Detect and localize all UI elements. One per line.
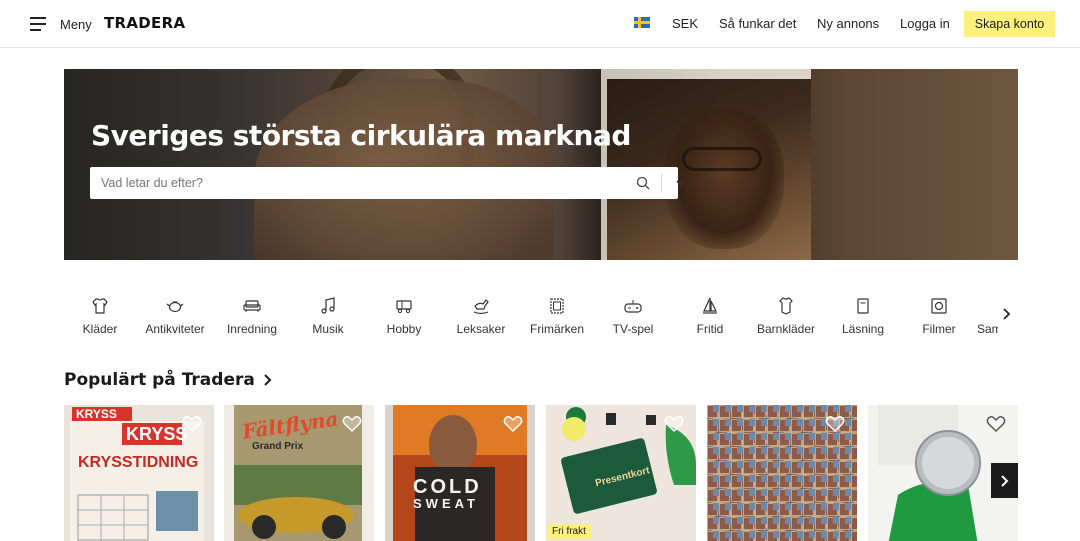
svg-text:KRYSS: KRYSS (76, 407, 117, 421)
popular-section-title[interactable]: Populärt på Tradera (64, 370, 273, 390)
category-label: Inredning (226, 322, 278, 336)
svg-text:COLD: COLD (413, 476, 482, 498)
tshirt-icon (92, 298, 108, 314)
currency-selector[interactable]: SEK (672, 16, 698, 31)
product-card[interactable]: Presentkort Fri frakt (546, 405, 696, 541)
search-icon[interactable] (636, 176, 650, 190)
category-label: Kläder (82, 322, 118, 336)
game-controller-icon (624, 300, 642, 313)
svg-text:Grand Prix: Grand Prix (252, 441, 304, 452)
category-label: Musik (312, 322, 344, 336)
favorite-heart-icon[interactable] (664, 415, 684, 433)
hero-title: Sveriges största cirkulära marknad (91, 119, 631, 152)
chevron-right-icon[interactable] (1000, 306, 1014, 322)
svg-text:KRYSS: KRYSS (126, 424, 187, 444)
category-label: Samlarsaker (977, 322, 998, 336)
carousel-next-button[interactable] (991, 463, 1018, 498)
music-note-icon (321, 297, 335, 314)
category-item[interactable]: Inredning (214, 292, 290, 342)
category-item[interactable]: Musik (290, 292, 366, 342)
search-input[interactable] (90, 167, 600, 199)
login-link[interactable]: Logga in (900, 16, 950, 31)
favorite-heart-icon[interactable] (825, 415, 845, 433)
category-item[interactable]: Antikviteter (137, 292, 213, 342)
category-label: Antikviteter (145, 322, 205, 336)
product-card[interactable]: KRYSS KRYSS KRYSSTIDNING (64, 405, 214, 541)
menu-button[interactable]: Meny (30, 12, 92, 36)
product-card[interactable] (707, 405, 857, 541)
category-label: Leksaker (456, 322, 506, 336)
category-item[interactable]: Fritid (672, 292, 748, 342)
category-item[interactable]: Läsning (825, 292, 901, 342)
chevron-down-icon[interactable] (675, 178, 687, 188)
favorite-heart-icon[interactable] (503, 415, 523, 433)
category-item[interactable]: Samlarsaker (977, 292, 998, 342)
chevron-right-icon (1000, 474, 1008, 487)
sailboat-icon (703, 297, 717, 314)
category-list: Kläder Antikviteter Inredning Musik Hobb… (64, 292, 998, 342)
hero-banner: Sveriges största cirkulära marknad (64, 69, 1018, 260)
category-label: Fritid (696, 322, 724, 336)
sofa-icon (243, 300, 261, 312)
collectible-icon (977, 296, 997, 316)
category-item[interactable]: Kläder (64, 292, 138, 342)
category-item[interactable]: Hobby (366, 292, 442, 342)
new-listing-link[interactable]: Ny annons (817, 16, 879, 31)
menu-label: Meny (60, 16, 92, 32)
rocking-horse-icon (473, 299, 489, 315)
free-shipping-badge: Fri frakt (547, 524, 591, 539)
film-icon (931, 298, 947, 314)
favorite-heart-icon[interactable] (986, 415, 1006, 433)
swedish-flag-icon[interactable] (634, 17, 650, 28)
product-card[interactable]: COLD SWEAT (385, 405, 535, 541)
category-item[interactable]: Filmer (901, 292, 977, 342)
category-label: TV-spel (612, 322, 654, 336)
teapot-icon (166, 301, 184, 313)
category-label: Läsning (841, 322, 885, 336)
baby-clothes-icon (779, 297, 793, 315)
site-header: Meny TRADERA SEK Så funkar det Ny annons… (0, 0, 1080, 48)
product-card[interactable]: Fältflyna Grand Prix (224, 405, 374, 541)
search-bar (90, 167, 686, 199)
svg-text:SWEAT: SWEAT (413, 496, 479, 511)
category-item[interactable]: Frimärken (519, 292, 595, 342)
favorite-heart-icon[interactable] (182, 415, 202, 433)
create-account-button[interactable]: Skapa konto (964, 11, 1055, 37)
category-label: Hobby (386, 322, 422, 336)
how-it-works-link[interactable]: Så funkar det (719, 16, 796, 31)
category-label: Frimärken (529, 322, 584, 336)
stamp-icon (550, 298, 564, 314)
chevron-right-icon (264, 374, 272, 386)
svg-text:KRYSSTIDNING: KRYSSTIDNING (78, 454, 198, 471)
category-label: Filmer (922, 322, 956, 336)
category-item[interactable]: Leksaker (443, 292, 519, 342)
category-item[interactable]: TV-spel (595, 292, 671, 342)
favorite-heart-icon[interactable] (342, 415, 362, 433)
book-icon (857, 298, 869, 314)
train-icon (396, 300, 412, 314)
category-label: Barnkläder (756, 322, 816, 336)
category-item[interactable]: Barnkläder (748, 292, 824, 342)
tradera-logo[interactable]: TRADERA (104, 14, 185, 32)
hamburger-icon (30, 17, 46, 31)
